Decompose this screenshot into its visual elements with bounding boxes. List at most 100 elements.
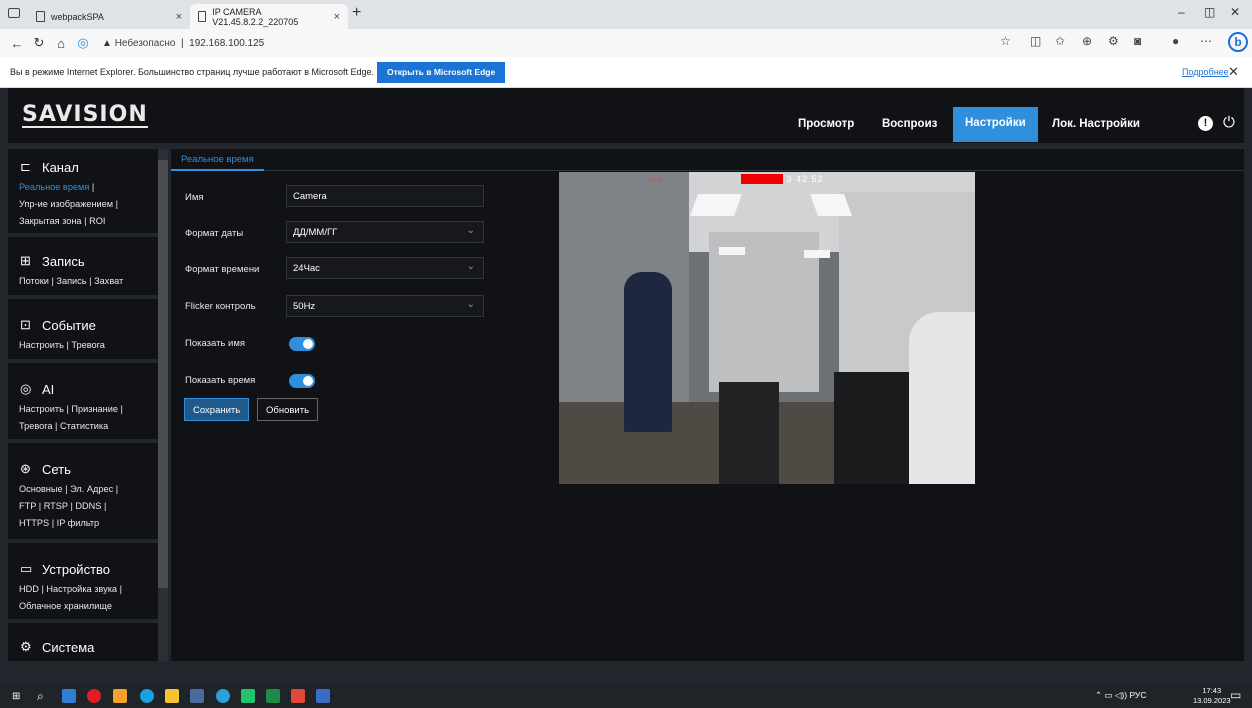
- sidebar-section-system[interactable]: ⚙ Система: [20, 639, 94, 655]
- sidebar-section-ai[interactable]: ◎ AI: [20, 381, 54, 397]
- power-icon[interactable]: ⏻: [1223, 114, 1235, 131]
- favorites-icon[interactable]: ✩: [1055, 34, 1065, 48]
- minimize-icon[interactable]: –: [1178, 5, 1185, 19]
- time-format-select[interactable]: 24Час ⌄: [286, 257, 484, 279]
- show-name-label: Показать имя: [185, 338, 246, 349]
- browser-tab-webpackspa[interactable]: webpackSPA ×: [28, 4, 190, 29]
- refresh-icon[interactable]: ↻: [28, 35, 50, 51]
- sidebar-item-hdd[interactable]: HDD: [19, 584, 39, 594]
- more-info-link[interactable]: Подробнее: [1182, 67, 1229, 77]
- taskbar-app-icon[interactable]: [291, 689, 305, 703]
- sidebar-item-basic[interactable]: Основные: [19, 484, 63, 494]
- sidebar-item-ddns[interactable]: DDNS: [75, 501, 101, 511]
- sidebar-section-network[interactable]: ⊛ Сеть: [20, 461, 71, 477]
- home-icon[interactable]: ⌂: [50, 36, 72, 51]
- sidebar-item-ftp[interactable]: FTP: [19, 501, 36, 511]
- sidebar-section-channel[interactable]: ⊏ Канал: [20, 159, 79, 175]
- sidebar-item-email[interactable]: Эл. Адрес: [70, 484, 113, 494]
- name-input[interactable]: Camera: [286, 185, 484, 207]
- restore-icon[interactable]: ◫: [1204, 5, 1215, 19]
- chrome-icon[interactable]: [216, 689, 230, 703]
- bing-icon[interactable]: b: [1228, 32, 1248, 52]
- sidebar-links-ai: Настроить | Признание | Тревога | Статис…: [19, 404, 123, 431]
- split-screen-icon[interactable]: ◫: [1030, 34, 1041, 48]
- notification-icon[interactable]: ▭: [1230, 688, 1241, 702]
- extensions-icon[interactable]: ⚙: [1108, 34, 1119, 48]
- sidebar-item-audio[interactable]: Настройка звука: [46, 584, 117, 594]
- sidebar-item-cloud[interactable]: Облачное хранилище: [19, 601, 112, 611]
- sidebar-scrollbar-thumb[interactable]: [158, 160, 168, 588]
- tab-realtime[interactable]: Реальное время: [171, 149, 264, 171]
- close-window-icon[interactable]: ✕: [1230, 5, 1240, 19]
- system-icon: ⚙: [20, 639, 32, 654]
- close-icon[interactable]: ×: [334, 11, 340, 23]
- sidebar-item-event-setup[interactable]: Настроить: [19, 340, 64, 350]
- sidebar-item-capture[interactable]: Захват: [94, 276, 123, 286]
- nav-local-settings[interactable]: Лок. Настройки: [1040, 108, 1152, 143]
- sidebar-item-streams[interactable]: Потоки: [19, 276, 49, 286]
- taskbar-app-icon[interactable]: [62, 689, 76, 703]
- sidebar-item-roi[interactable]: ROI: [89, 216, 105, 226]
- sidebar-item-record[interactable]: Запись: [56, 276, 86, 286]
- sidebar-item-ai-alarm[interactable]: Тревога: [19, 421, 52, 431]
- file-explorer-icon[interactable]: [165, 689, 179, 703]
- taskbar-app-icon[interactable]: [113, 689, 127, 703]
- sidebar-item-ai-setup[interactable]: Настроить: [19, 404, 64, 414]
- windows-start-icon[interactable]: ⊞: [12, 691, 20, 702]
- sidebar-section-record[interactable]: ⊞ Запись: [20, 253, 85, 269]
- edge-icon[interactable]: [140, 689, 154, 703]
- close-icon[interactable]: ✕: [1228, 64, 1239, 80]
- show-time-toggle[interactable]: [289, 374, 315, 388]
- sidebar-item-ip-filter[interactable]: IP фильтр: [57, 518, 100, 528]
- event-icon: ⊡: [20, 317, 31, 332]
- save-button[interactable]: Сохранить: [184, 398, 250, 421]
- favorite-star-icon[interactable]: ☆: [1000, 34, 1011, 48]
- browser-tab-ip-camera[interactable]: IP CAMERA V21.45.8.2.2_220705 ×: [190, 4, 348, 29]
- new-tab-icon[interactable]: +: [352, 4, 361, 22]
- settings-sidebar: ⊏ Канал Реальное время | Упр-ие изображе…: [8, 149, 158, 661]
- opera-icon[interactable]: [87, 689, 101, 703]
- divider: [8, 439, 158, 443]
- more-icon[interactable]: ⋯: [1200, 34, 1212, 48]
- sidebar-item-https[interactable]: HTTPS: [19, 518, 49, 528]
- sidebar-item-rtsp[interactable]: RTSP: [44, 501, 68, 511]
- sidebar-section-device[interactable]: ▭ Устройство: [20, 561, 110, 577]
- brand-logo: SAVISION: [22, 102, 148, 128]
- sidebar-section-event[interactable]: ⊡ Событие: [20, 317, 96, 333]
- sidebar-item-ai-stats[interactable]: Статистика: [60, 421, 108, 431]
- ie-mode-bar: Вы в режиме Internet Explorer. Большинст…: [0, 57, 1252, 88]
- sidebar-item-realtime[interactable]: Реальное время: [19, 182, 89, 192]
- search-icon[interactable]: ⌕: [37, 689, 51, 703]
- show-name-toggle[interactable]: [289, 337, 315, 351]
- clock[interactable]: 17:43 13.09.2023: [1193, 686, 1231, 706]
- sidebar-item-privacy[interactable]: Закрытая зона: [19, 216, 82, 226]
- camera-preview[interactable]: era 3 42 52: [559, 172, 975, 484]
- ie-mode-icon[interactable]: ◎: [72, 35, 94, 51]
- close-icon[interactable]: ×: [176, 11, 182, 23]
- sidebar-item-event-alarm[interactable]: Тревога: [71, 340, 104, 350]
- taskbar-app-icon[interactable]: [316, 689, 330, 703]
- taskbar-app-icon[interactable]: [241, 689, 255, 703]
- divider: [8, 619, 158, 623]
- taskbar-app-icon[interactable]: [190, 689, 204, 703]
- excel-icon[interactable]: [266, 689, 280, 703]
- date-format-select[interactable]: ДД/ММ/ГГ ⌄: [286, 221, 484, 243]
- nav-view[interactable]: Просмотр: [786, 108, 866, 143]
- screenshot-icon[interactable]: ◙: [1134, 34, 1141, 48]
- open-in-edge-button[interactable]: Открыть в Microsoft Edge: [377, 62, 506, 83]
- flicker-select[interactable]: 50Hz ⌄: [286, 295, 484, 317]
- sidebar-item-ai-recognition[interactable]: Признание: [71, 404, 118, 414]
- nav-playback[interactable]: Воспроиз: [870, 108, 949, 143]
- back-icon[interactable]: ←: [6, 36, 28, 51]
- refresh-button[interactable]: Обновить: [257, 398, 319, 421]
- insecure-label: Небезопасно: [114, 37, 176, 49]
- profile-icon[interactable]: ●: [1172, 34, 1179, 48]
- tab-actions-icon[interactable]: [8, 8, 20, 18]
- nav-settings[interactable]: Настройки: [953, 107, 1038, 142]
- info-icon[interactable]: !: [1198, 116, 1213, 131]
- windows-taskbar: ⊞ ⌕ ⌃ ▭ ◁)) РУС 17:43 13.09.2023 ▭: [0, 684, 1252, 708]
- system-tray[interactable]: ⌃ ▭ ◁)) РУС: [1095, 690, 1146, 701]
- url-field[interactable]: ▲ Небезопасно | 192.168.100.125: [102, 38, 264, 49]
- sidebar-item-image[interactable]: Упр-ие изображением: [19, 199, 113, 209]
- collections-icon[interactable]: ⊕: [1082, 34, 1092, 48]
